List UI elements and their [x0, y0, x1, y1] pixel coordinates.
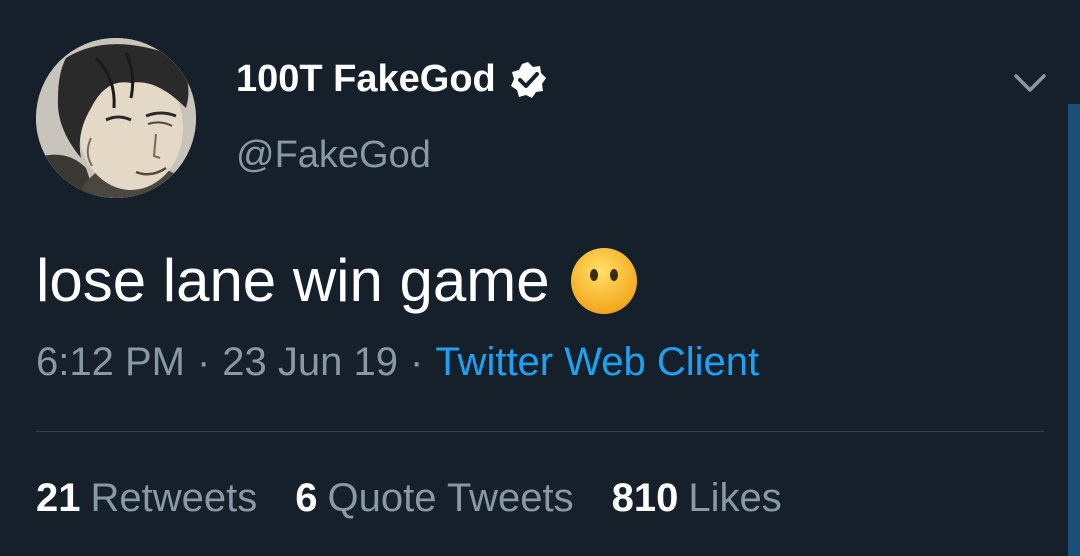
quote-tweets-label: Quote Tweets [327, 476, 574, 520]
avatar[interactable] [36, 38, 196, 198]
avatar-portrait-image [36, 38, 196, 198]
tweet-source-link[interactable]: Twitter Web Client [435, 340, 759, 384]
verified-badge-icon [510, 61, 546, 98]
quote-tweets-count: 6 [295, 476, 318, 520]
retweets-label: Retweets [90, 476, 258, 520]
display-name[interactable]: 100T FakeGod [236, 58, 496, 101]
scroll-accent-bar [1068, 104, 1080, 556]
tweet-stats: 21 Retweets 6 Quote Tweets 810 Likes [36, 476, 782, 521]
retweets-stat[interactable]: 21 Retweets [36, 476, 257, 521]
display-name-row[interactable]: 100T FakeGod [236, 58, 548, 101]
tweet-time[interactable]: 6:12 PM [36, 340, 185, 384]
likes-count: 810 [611, 476, 679, 520]
likes-label: Likes [688, 476, 782, 520]
face-without-mouth-emoji-icon [570, 247, 637, 314]
meta-separator: · [410, 340, 424, 384]
tweet-meta: 6:12 PM · 23 Jun 19 · Twitter Web Client [36, 340, 759, 385]
quote-tweets-stat[interactable]: 6 Quote Tweets [295, 476, 573, 521]
tweet-text: lose lane win game [36, 247, 550, 314]
divider [36, 431, 1044, 432]
tweet-text-row: lose lane win game [36, 246, 638, 315]
likes-stat[interactable]: 810 Likes [612, 476, 782, 521]
user-handle[interactable]: @FakeGod [236, 134, 431, 177]
chevron-down-icon[interactable] [1010, 62, 1050, 102]
meta-separator: · [196, 340, 211, 384]
retweets-count: 21 [36, 476, 81, 520]
tweet-date[interactable]: 23 Jun 19 [222, 340, 398, 384]
